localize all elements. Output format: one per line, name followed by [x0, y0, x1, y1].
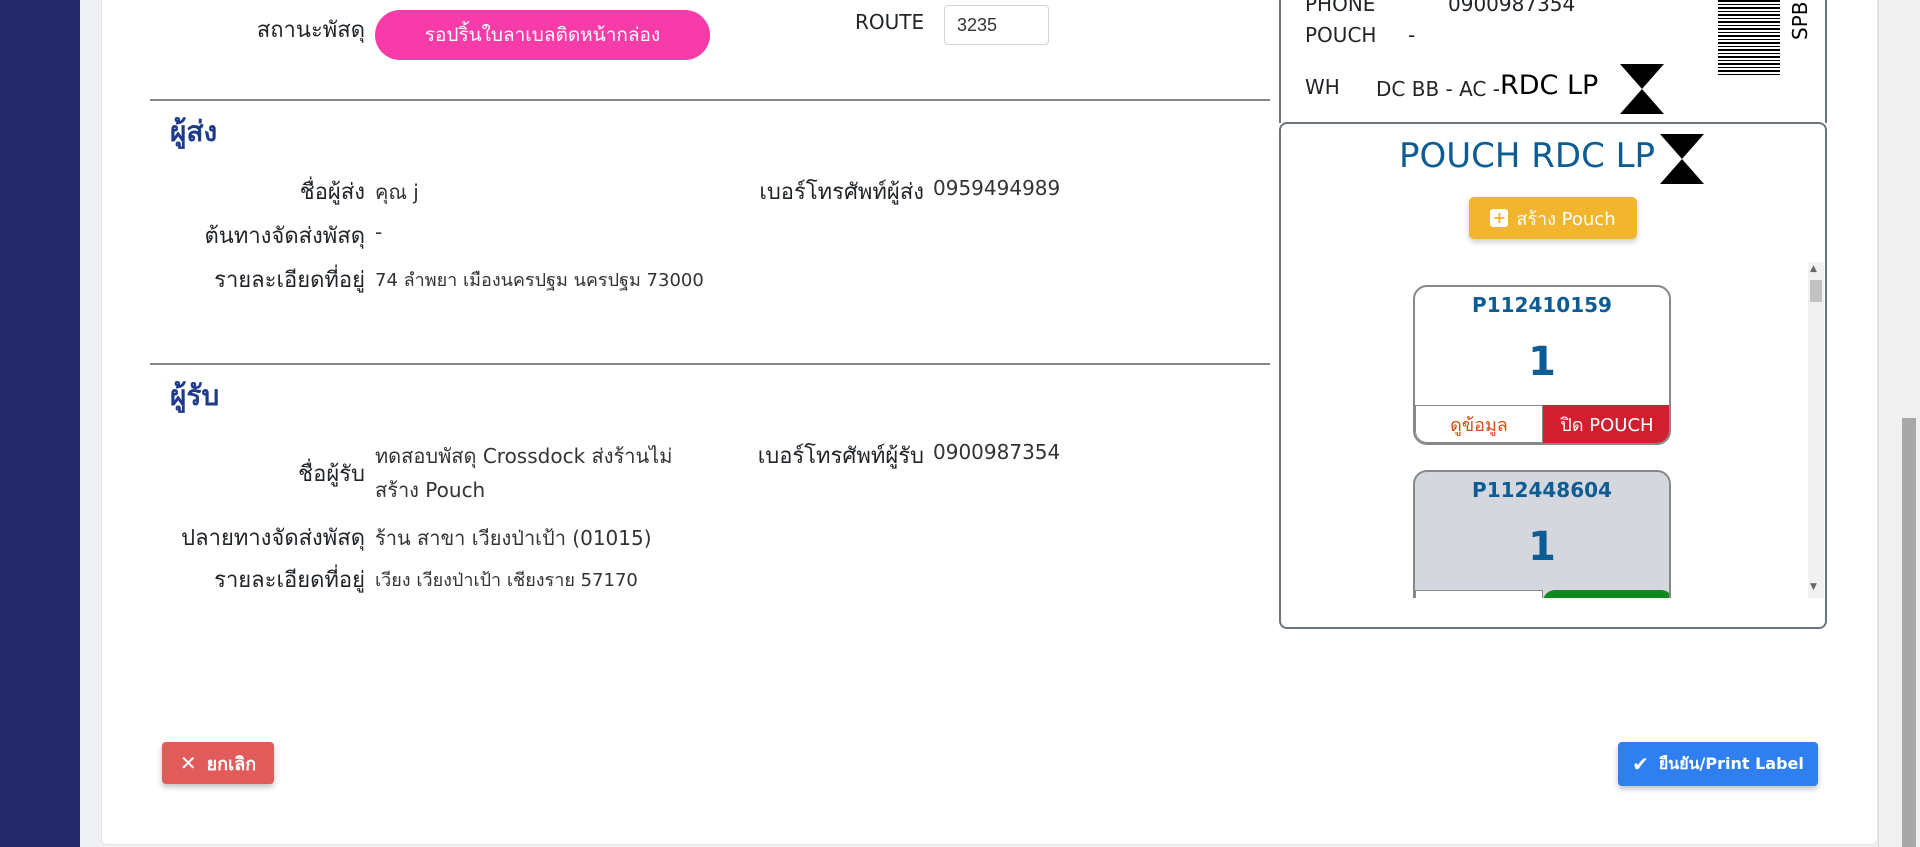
- sender-address-value: 74 ลำพยา เมืองนครปฐม นครปฐม 73000: [375, 270, 704, 291]
- close-icon: ✕: [179, 751, 197, 775]
- sender-origin-label: ต้นทางจัดส่งพัสดุ: [204, 224, 366, 249]
- pouch-list-scroll-thumb[interactable]: [1810, 280, 1822, 302]
- route-input[interactable]: [944, 5, 1049, 45]
- label-pouch-value: -: [1408, 23, 1416, 47]
- receiver-address-label: รายละเอียดที่อยู่: [214, 568, 365, 593]
- receiver-phone-label: เบอร์โทรศัพท์ผู้รับ: [757, 444, 924, 469]
- section-divider: [150, 99, 1270, 101]
- app-sidebar-band: [0, 0, 80, 847]
- cancel-button[interactable]: ✕ ยกเลิก: [162, 742, 274, 784]
- label-phone-value: 0900987354: [1448, 0, 1576, 16]
- label-wh-code: RDC LP: [1500, 70, 1599, 101]
- pouch-id: P112448604: [1472, 478, 1612, 502]
- receiver-destination-label: ปลายทางจัดส่งพัสดุ: [181, 526, 365, 551]
- section-divider: [150, 363, 1270, 365]
- hourglass-icon: [1620, 64, 1664, 114]
- view-pouch-button[interactable]: [1415, 590, 1543, 598]
- confirm-label: ยืนยัน/Print Label: [1658, 753, 1804, 773]
- label-phone-label: PHONE: [1305, 0, 1376, 16]
- pouch-card-clip: P112448604 1: [1413, 470, 1671, 598]
- view-pouch-button[interactable]: ดูข้อมูล: [1415, 405, 1543, 443]
- pouch-card: P112410159 1 ดูข้อมูล ปิด POUCH: [1413, 285, 1671, 445]
- label-wh-prefix: DC BB - AC -: [1376, 77, 1500, 101]
- close-pouch-button[interactable]: ปิด POUCH: [1543, 405, 1669, 443]
- hourglass-icon: [1660, 134, 1704, 184]
- sender-address-label: รายละเอียดที่อยู่: [214, 268, 365, 293]
- action-pouch-button[interactable]: [1543, 590, 1669, 598]
- receiver-name-line1: ทดสอบพัสดุ Crossdock ส่งร้านไม่: [375, 444, 673, 468]
- label-wh-label: WH: [1305, 75, 1340, 99]
- check-icon: ✔: [1632, 752, 1649, 776]
- pouch-count: 1: [1528, 339, 1556, 385]
- status-label: สถานะพัสดุ: [256, 18, 365, 43]
- receiver-section-title: ผู้รับ: [170, 379, 220, 412]
- sender-name-label: ชื่อผู้ส่ง: [299, 180, 365, 205]
- receiver-name-line2: สร้าง Pouch: [375, 478, 486, 502]
- pouch-id: P112410159: [1472, 293, 1612, 317]
- status-badge: รอปริ้นใบลาเบลติดหน้ากล่อง: [375, 10, 710, 60]
- receiver-phone-value: 0900987354: [933, 440, 1061, 464]
- create-pouch-label: สร้าง Pouch: [1516, 208, 1616, 230]
- sender-name-value: คุณ j: [375, 180, 419, 204]
- receiver-address-value: เวียง เวียงป่าเป้า เชียงราย 57170: [375, 570, 638, 591]
- plus-icon: +: [1490, 209, 1509, 227]
- pouch-card: P112448604 1: [1413, 470, 1671, 598]
- receiver-name-label: ชื่อผู้รับ: [298, 462, 365, 487]
- sender-section-title: ผู้ส่ง: [170, 115, 218, 148]
- pouch-list-scrollbar[interactable]: [1808, 262, 1824, 598]
- pouch-count: 1: [1528, 524, 1556, 570]
- page-scrollbar-thumb[interactable]: [1902, 418, 1916, 847]
- confirm-print-button[interactable]: ✔ ยืนยัน/Print Label: [1618, 742, 1818, 786]
- sender-origin-value: -: [375, 220, 383, 244]
- receiver-destination-value: ร้าน สาขา เวียงป่าเป้า (01015): [375, 526, 652, 550]
- label-pouch-label: POUCH: [1305, 23, 1377, 47]
- route-label: ROUTE: [855, 10, 925, 34]
- barcode-image: [1718, 0, 1780, 75]
- scroll-down-arrow-icon[interactable]: ▼: [1810, 582, 1817, 592]
- cancel-label: ยกเลิก: [206, 753, 257, 775]
- create-pouch-button[interactable]: + สร้าง Pouch: [1469, 197, 1637, 239]
- scroll-up-arrow-icon[interactable]: ▲: [1810, 264, 1817, 274]
- sender-phone-value: 0959494989: [933, 176, 1061, 200]
- label-side-text: SPB: [1788, 1, 1812, 40]
- sender-phone-label: เบอร์โทรศัพท์ผู้ส่ง: [759, 180, 924, 205]
- pouch-panel-title: POUCH RDC LP: [1399, 136, 1656, 176]
